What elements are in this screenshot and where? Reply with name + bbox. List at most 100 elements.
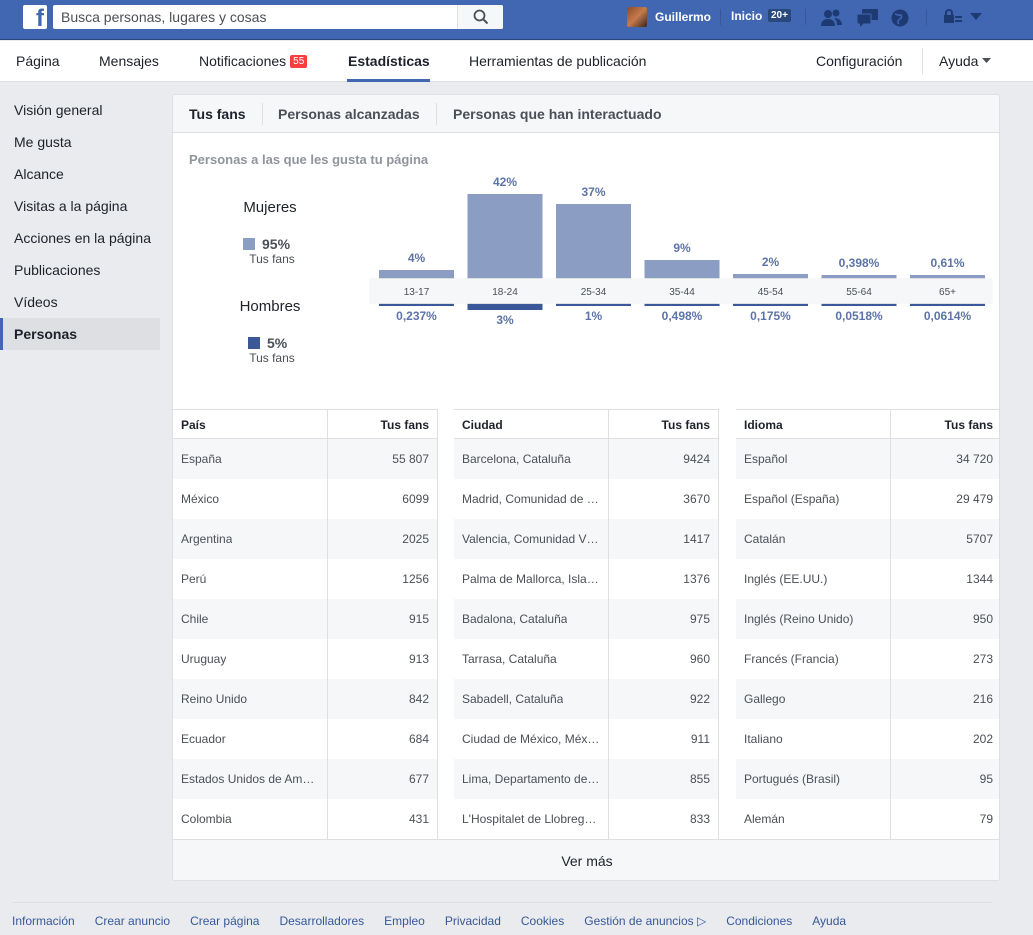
table-header: Idioma Tus fans	[736, 409, 999, 439]
column-header-name[interactable]: Idioma	[744, 418, 783, 432]
bar-women-13-17	[379, 270, 454, 278]
nav-mensajes[interactable]: Mensajes	[99, 53, 159, 69]
facebook-logo-icon[interactable]: f	[23, 5, 47, 29]
divider	[720, 9, 721, 25]
nav-pagina[interactable]: Página	[16, 53, 60, 69]
home-link[interactable]: Inicio	[731, 9, 762, 23]
sidebar-item-publicaciones[interactable]: Publicaciones	[0, 254, 160, 286]
sidebar-item-me-gusta[interactable]: Me gusta	[0, 126, 160, 158]
table-row: Sabadell, Cataluña 922	[454, 679, 718, 719]
divider	[926, 9, 927, 25]
column-header-fans[interactable]: Tus fans	[662, 418, 710, 432]
nav-ayuda[interactable]: Ayuda	[939, 53, 992, 69]
bar-women-25-34	[556, 204, 631, 278]
column-divider	[608, 409, 609, 839]
bar-women-18-24	[467, 194, 543, 278]
footer-link-6[interactable]: Cookies	[521, 914, 564, 928]
table-row: Reino Unido 842	[173, 679, 437, 719]
footer-link-7[interactable]: Gestión de anuncios ▷	[584, 914, 706, 928]
age-tick-label-18-24: 18-24	[492, 287, 518, 298]
column-header-fans[interactable]: Tus fans	[381, 418, 429, 432]
table-row: Lima, Departamento de… 855	[454, 759, 718, 799]
nav-ayuda-label: Ayuda	[939, 53, 979, 69]
messages-icon[interactable]	[856, 8, 880, 28]
axis-line-top-13-17	[379, 278, 454, 279]
table-row: Argentina 2025	[173, 519, 437, 559]
see-more-button[interactable]: Ver más	[173, 839, 999, 880]
search-input[interactable]: Busca personas, lugares y cosas	[53, 5, 503, 29]
people-panel: Tus fans Personas alcanzadas Personas qu…	[172, 94, 1000, 881]
cell-name: Español (España)	[744, 492, 840, 506]
cell-name: Portugués (Brasil)	[744, 772, 841, 786]
privacy-lock-icon[interactable]	[942, 8, 964, 26]
footer-link-8[interactable]: Condiciones	[726, 914, 792, 928]
table-idioma: Idioma Tus fans Español 34 720 Español (Espa…	[736, 409, 999, 839]
cell-fans: 3670	[683, 492, 710, 506]
nav-herramientas[interactable]: Herramientas de publicación	[469, 53, 646, 69]
cell-fans: 915	[408, 612, 429, 626]
axis-line-top-45-54	[733, 278, 808, 279]
column-header-name[interactable]: Ciudad	[462, 418, 503, 432]
column-header-fans[interactable]: Tus fans	[945, 418, 993, 432]
cell-fans: 5707	[966, 532, 993, 546]
sidebar-item-videos[interactable]: Vídeos	[0, 286, 160, 318]
table-row: Español (España) 29 479	[736, 479, 999, 519]
search-icon	[473, 9, 489, 25]
bar-men-25-34	[556, 304, 631, 306]
bar-women-35-44	[644, 260, 720, 278]
search-button[interactable]	[457, 5, 503, 29]
sidebar-item-vision-general[interactable]: Visión general	[0, 94, 160, 126]
cell-name: Uruguay	[181, 652, 227, 666]
notifications-globe-icon[interactable]	[890, 8, 910, 28]
sidebar-item-acciones[interactable]: Acciones en la página	[0, 222, 160, 254]
account-menu-chevron-down-icon[interactable]	[970, 13, 982, 21]
nav-notificaciones[interactable]: Notificaciones 55	[199, 53, 308, 69]
age-tick-label-65+: 65+	[939, 287, 956, 298]
data-label-women-65+: 0,61%	[930, 256, 964, 270]
table-row: Badalona, Cataluña 975	[454, 599, 718, 639]
axis-line-bottom-35-44	[644, 303, 720, 304]
footer-link-9[interactable]: Ayuda	[812, 914, 846, 928]
footer-link-5[interactable]: Privacidad	[445, 914, 501, 928]
adchoices-icon: ▷	[693, 914, 707, 928]
cell-fans: 1344	[966, 572, 993, 586]
bar-women-55-64	[821, 275, 897, 278]
cell-fans: 202	[972, 732, 993, 746]
age-tick-label-25-34: 25-34	[581, 287, 607, 298]
data-label-women-55-64: 0,398%	[839, 256, 880, 270]
table-row: Madrid, Comunidad de … 3670	[454, 479, 718, 519]
footer-link-3[interactable]: Desarrolladores	[279, 914, 364, 928]
friend-requests-icon[interactable]	[820, 8, 844, 28]
user-name: Guillermo	[655, 10, 712, 24]
table-body: Español 34 720 Español (España) 29 479 Catal…	[736, 439, 999, 839]
sidebar-item-visitas[interactable]: Visitas a la página	[0, 190, 160, 222]
cell-name: Palma de Mallorca, Isla…	[462, 572, 599, 586]
footer-link-2[interactable]: Crear página	[190, 914, 259, 928]
cell-name: Gallego	[744, 692, 786, 706]
footer-link-0[interactable]: Información	[12, 914, 75, 928]
footer-link-1[interactable]: Crear anuncio	[95, 914, 170, 928]
bar-men-18-24	[467, 304, 543, 310]
chevron-down-icon	[982, 58, 992, 63]
table-divider	[437, 409, 438, 839]
bar-women-65+	[910, 275, 985, 278]
table-row: Portugués (Brasil) 95	[736, 759, 999, 799]
cell-fans: 95	[979, 772, 993, 786]
nav-configuracion[interactable]: Configuración	[816, 53, 902, 69]
table-ciudad: Ciudad Tus fans Barcelona, Cataluña 9424 Mad…	[454, 409, 719, 839]
footer-link-4[interactable]: Empleo	[384, 914, 425, 928]
cell-fans: 855	[689, 772, 710, 786]
column-header-name[interactable]: País	[181, 418, 206, 432]
profile-link[interactable]: Guillermo	[627, 7, 711, 27]
cell-name: Italiano	[744, 732, 783, 746]
data-label-women-18-24: 42%	[493, 175, 517, 189]
cell-name: Alemán	[744, 812, 785, 826]
data-label-women-13-17: 4%	[408, 251, 426, 265]
nav-estadisticas[interactable]: Estadísticas	[348, 53, 430, 69]
sidebar-item-personas[interactable]: Personas	[0, 318, 160, 350]
bar-women-45-54	[733, 274, 808, 278]
sidebar-item-alcance[interactable]: Alcance	[0, 158, 160, 190]
cell-name: Francés (Francia)	[744, 652, 839, 666]
axis-line-top-18-24	[467, 278, 543, 279]
cell-name: Madrid, Comunidad de …	[462, 492, 599, 506]
